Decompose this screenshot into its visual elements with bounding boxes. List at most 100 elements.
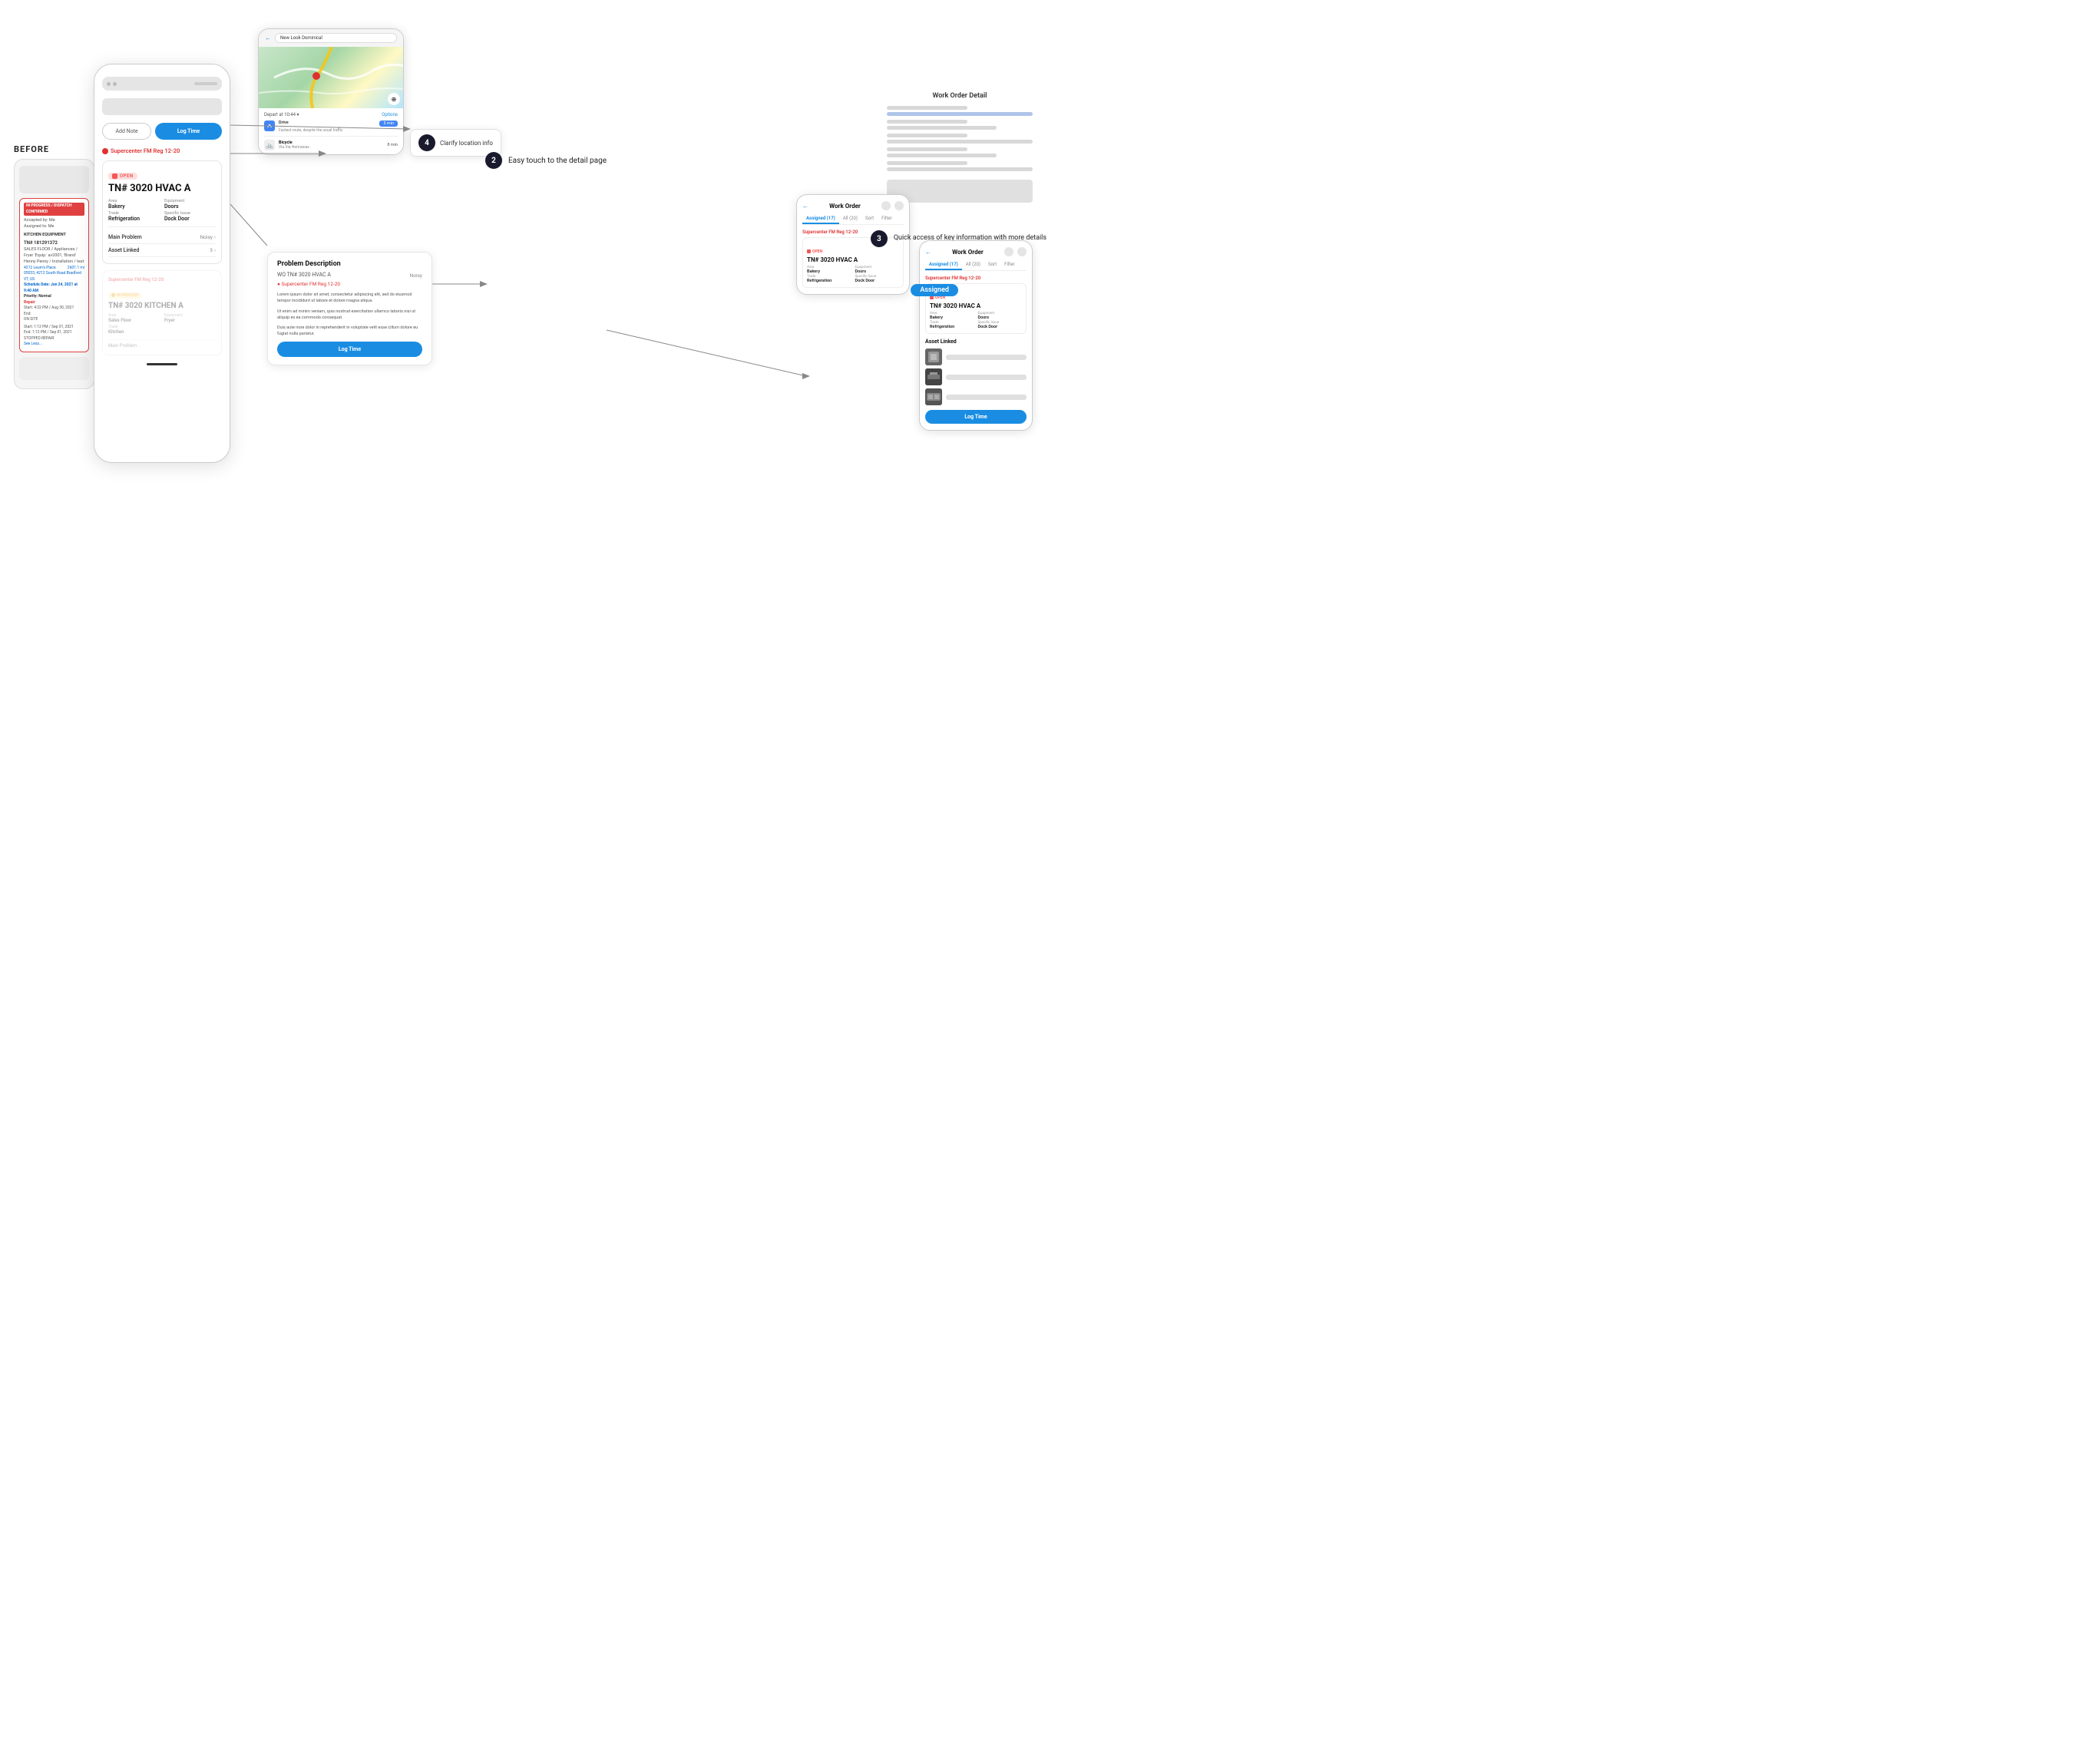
wo-detail-panel: Work Order Detail <box>887 92 1033 203</box>
add-note-button[interactable]: Add Note <box>102 123 151 140</box>
sp4-tab-sort[interactable]: Sort <box>984 260 1000 270</box>
sp4-trade-val: Refrigeration <box>930 325 974 329</box>
sp4-asset-list <box>925 349 1027 405</box>
sp3-tab-all[interactable]: All (20) <box>839 214 861 224</box>
second-status-text: IN PROCESS <box>117 293 138 298</box>
open-badge-dot <box>112 173 117 179</box>
phone-btn-row <box>102 98 222 115</box>
sp3-open-rect <box>807 249 811 253</box>
sp4-icon2[interactable] <box>1017 247 1027 256</box>
sp4-equip-val: Doors <box>978 315 1023 320</box>
before-see-less[interactable]: See Less... <box>24 342 84 348</box>
map-locate-icon[interactable]: ⊕ <box>388 93 400 105</box>
prob-panel: Problem Description WO TN# 3020 HVAC A N… <box>267 252 432 365</box>
area-value: Bakery <box>108 203 160 210</box>
prob-body1: Lorem ipsum dolor sit amet, consectetur … <box>277 292 422 305</box>
sp4-header: ← Work Order <box>925 247 1027 256</box>
divider <box>108 226 216 227</box>
bicycle-via: Via Via Hermanas <box>279 145 309 150</box>
before-priority: Priority: Normal <box>24 294 84 300</box>
sp4-icon1[interactable] <box>1004 247 1013 256</box>
before-label: BEFORE <box>14 144 94 154</box>
asset-row-2[interactable] <box>925 368 1027 385</box>
sp4-tab-assigned[interactable]: Assigned (17) <box>925 260 962 270</box>
asset-thumb-2 <box>925 368 942 385</box>
main-problem-row[interactable]: Main Problem Noisy › <box>108 231 216 244</box>
wo-card-main[interactable]: OPEN TN# 3020 HVAC A Area Bakery Equipme… <box>102 160 222 264</box>
sp3-header: ← Work Order <box>802 201 904 210</box>
map-header: ← New Look Dominical <box>259 29 403 47</box>
sp3-open-badge: OPEN <box>807 249 822 254</box>
phone-header-dots <box>107 82 117 86</box>
prob-noisy: Noisy <box>410 273 422 279</box>
sp3-title: Work Order <box>829 203 861 210</box>
wo-detail-title: Work Order Detail <box>887 92 1033 100</box>
sp3-tab-filter[interactable]: Filter <box>878 214 895 224</box>
bicycle-time: 8 min <box>387 143 398 147</box>
dl2 <box>887 112 1033 116</box>
sp4-tab-filter[interactable]: Filter <box>1000 260 1018 270</box>
sp3-icon1[interactable] <box>881 201 891 210</box>
dot1 <box>107 82 111 86</box>
detail-group-5 <box>887 161 1033 171</box>
main-phone: Add Note Log Time Supercenter FM Reg 12-… <box>94 64 230 463</box>
asset-thumb-3 <box>925 388 942 405</box>
sp3-back-icon[interactable]: ← <box>802 203 808 210</box>
before-repair2: Start: 1:12 PM / Sep 01, 2021 End: 1:12 … <box>24 325 84 342</box>
specific-issue-value: Dock Door <box>164 216 216 222</box>
asset-linked-value: 3 <box>210 247 213 253</box>
callout-2-text: Easy touch to the detail page <box>508 157 607 165</box>
status2-dot <box>111 293 115 297</box>
main-problem-label: Main Problem <box>108 234 142 240</box>
map-location-bar[interactable]: New Look Dominical <box>275 33 397 43</box>
dl9 <box>887 161 967 165</box>
clarify-text: Clarify location info <box>440 140 493 147</box>
asset-row-1[interactable] <box>925 349 1027 365</box>
sp3-tab-sort[interactable]: Sort <box>861 214 878 224</box>
asset-thumb-1 <box>925 349 942 365</box>
sp3-tabs: Assigned (17) All (20) Sort Filter <box>802 214 904 225</box>
drive-icon <box>264 121 275 131</box>
sp3-open-text: OPEN <box>812 249 822 254</box>
sp4-log-time-btn[interactable]: Log Time <box>925 410 1027 424</box>
asset-linked-row[interactable]: Asset Linked 3 › <box>108 244 216 257</box>
drive-time: 5 min <box>379 121 398 127</box>
dl8 <box>887 154 997 157</box>
detail-group-2 <box>887 120 1033 130</box>
callout-2-num: 2 <box>485 152 502 169</box>
before-equipment: KITCHEN EQUIPMENT <box>24 232 84 238</box>
s-equip-val: Fryer <box>164 318 216 323</box>
asset-name-2 <box>946 375 1027 380</box>
sp3-wo-title: TN# 3020 HVAC A <box>807 256 899 263</box>
before-status-bar: IN PROGRESS / DISPATCH CONFIRMED <box>24 203 84 216</box>
asset-name-1 <box>946 355 1027 360</box>
assigned-badge: Assigned <box>911 284 958 296</box>
trade-value: Refrigeration <box>108 216 160 222</box>
options-label[interactable]: Options <box>382 112 398 117</box>
before-accepted: Accepted by: Me <box>24 217 84 223</box>
before-dist: 2601.1 mi <box>68 266 84 272</box>
prob-log-btn[interactable]: Log Time <box>277 342 422 357</box>
log-time-button[interactable]: Log Time <box>155 123 222 140</box>
second-main-problem: Main Problem <box>108 339 216 349</box>
dl7 <box>887 147 967 151</box>
asset-linked-val: 3 › <box>210 247 216 253</box>
location-text: Supercenter FM Reg 12-20 <box>111 147 180 154</box>
sp4-back-icon[interactable]: ← <box>925 249 931 256</box>
callout-4-num: 4 <box>418 134 435 151</box>
location-line: Supercenter FM Reg 12-20 <box>102 147 222 154</box>
sp3-tab-assigned[interactable]: Assigned (17) <box>802 214 839 224</box>
phone-status-bar <box>194 82 217 85</box>
sp4-icons <box>1004 247 1027 256</box>
map-directions: Depart at 10:44 ▾ Options Drive 5 min Fa… <box>259 108 403 154</box>
before-sched: Schedule Date: Jun 24, 2021 at 9:40 AM <box>24 282 84 294</box>
main-problem-value: Noisy <box>200 234 213 240</box>
asset-row-3[interactable] <box>925 388 1027 405</box>
depart-label: Depart at 10:44 ▾ <box>264 112 299 117</box>
dl6 <box>887 140 1033 144</box>
sp3-icon2[interactable] <box>894 201 904 210</box>
prob-title: Problem Description <box>277 260 422 268</box>
sp4-tab-all[interactable]: All (20) <box>962 260 984 270</box>
before-addr2: 05033, 4212 South Road Bradford VT, US <box>24 271 84 282</box>
map-back-icon[interactable]: ← <box>265 35 271 41</box>
